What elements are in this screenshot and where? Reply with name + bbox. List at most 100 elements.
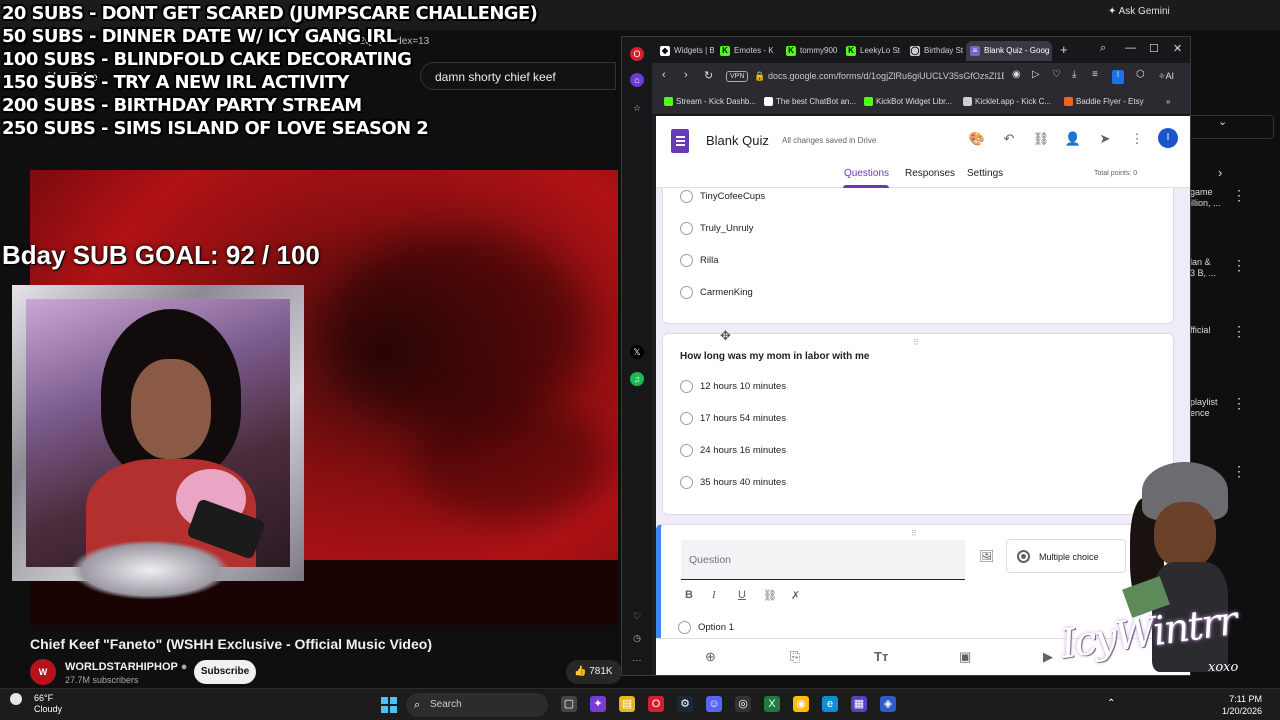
recommendation-item[interactable]: lan & 3 B, ... [1190, 257, 1216, 279]
back-icon[interactable]: ‹ [662, 69, 666, 81]
undo-icon[interactable]: ↶ [1000, 130, 1018, 148]
profile-icon[interactable]: I [1112, 70, 1124, 84]
option-row[interactable]: 24 hours 16 minutes [680, 444, 786, 458]
tab-leekylo[interactable]: K LeekyLo St [842, 41, 902, 61]
tray-overflow-icon[interactable]: ⌃ [1107, 698, 1115, 709]
task-view-icon[interactable]: ▢ [561, 696, 577, 712]
chrome-icon[interactable]: ◉ [793, 696, 809, 712]
more-icon[interactable]: ⋮ [1232, 187, 1246, 204]
google-forms-logo-icon[interactable] [671, 129, 689, 153]
reload-icon[interactable]: ↻ [704, 69, 713, 82]
new-tab-icon[interactable]: + [1060, 42, 1068, 57]
recommendation-item[interactable]: game illion, ... [1190, 187, 1221, 209]
bookmark-kicklet[interactable]: Kicklet.app - Kick C... [963, 97, 1051, 106]
send-icon[interactable]: ➤ [1096, 130, 1114, 148]
extension-icon[interactable]: ⬡ [1136, 69, 1145, 80]
radio-icon[interactable] [680, 444, 693, 457]
chevron-down-icon[interactable]: ⌄ [1218, 115, 1227, 128]
close-icon[interactable]: ✕ [1173, 42, 1182, 55]
palette-icon[interactable]: 🎨 [968, 130, 986, 148]
opera-icon[interactable]: O [630, 47, 644, 61]
chevron-right-icon[interactable]: › [1218, 165, 1222, 180]
minimize-icon[interactable]: — [1125, 42, 1136, 54]
add-question-icon[interactable]: ⊕ [705, 649, 716, 665]
like-button[interactable]: 👍 781K [566, 660, 622, 684]
windows-start-icon[interactable] [381, 697, 397, 713]
excel-icon[interactable]: X [764, 696, 780, 712]
menu-icon[interactable]: ≡ [1092, 69, 1098, 80]
more-icon[interactable]: ⋮ [1232, 257, 1246, 274]
option-row[interactable]: Option 1 [678, 621, 734, 635]
forward-icon[interactable]: › [684, 69, 688, 81]
heart-icon[interactable]: ♡ [1052, 69, 1061, 80]
add-image-icon[interactable]: ▣ [959, 649, 971, 665]
send-icon[interactable]: ▷ [1032, 69, 1040, 80]
option-row[interactable]: 12 hours 10 minutes [680, 380, 786, 394]
edge-icon[interactable]: e [822, 696, 838, 712]
search-tabs-icon[interactable]: ⌕ [1100, 42, 1106, 55]
file-explorer-icon[interactable]: ▤ [619, 696, 635, 712]
option-row[interactable]: 17 hours 54 minutes [680, 412, 786, 426]
tab-blank-quiz[interactable]: ≡ Blank Quiz - Goog [966, 41, 1052, 61]
subscribe-button[interactable]: Subscribe [194, 660, 256, 684]
question-title[interactable]: How long was my mom in labor with me [680, 351, 869, 362]
copilot-icon[interactable]: ✦ [590, 696, 606, 712]
radio-icon[interactable] [680, 190, 693, 203]
italic-icon[interactable]: I [712, 589, 716, 601]
bookmark-chatbot[interactable]: The best ChatBot an... [764, 97, 856, 106]
option-row[interactable]: TinyCofeeCups [680, 190, 765, 204]
clear-format-icon[interactable]: ✗ [791, 589, 800, 602]
add-collaborator-icon[interactable]: 👤 [1064, 130, 1082, 148]
drag-handle-icon[interactable]: ⠿ [913, 338, 920, 347]
option-row[interactable]: 35 hours 40 minutes [680, 476, 786, 490]
add-video-icon[interactable]: ▶ [1043, 649, 1053, 665]
radio-icon[interactable] [680, 476, 693, 489]
radio-icon[interactable] [678, 621, 691, 634]
vpn-badge[interactable]: VPN [726, 71, 749, 82]
radio-icon[interactable] [680, 254, 693, 267]
camera-icon[interactable]: ◉ [1012, 69, 1021, 80]
heart-icon[interactable]: ♡ [630, 609, 644, 623]
recommendation-item[interactable]: playlist ence [1190, 397, 1218, 419]
recommendation-item[interactable]: fficial [1190, 325, 1210, 336]
avatar[interactable]: I [1158, 128, 1178, 148]
filter-chip[interactable] [1184, 115, 1274, 139]
tab-birthday[interactable]: ◯ Birthday St [906, 41, 964, 61]
bookmark-stream-kick[interactable]: Stream - Kick Dashb... [664, 97, 756, 106]
channel-name[interactable]: WORLDSTARHIPHOP ● [65, 661, 187, 673]
more-icon[interactable]: ⋮ [1232, 395, 1246, 412]
more-icon[interactable]: ⋯ [630, 653, 644, 667]
download-icon[interactable]: ⤓ [1072, 69, 1076, 80]
import-questions-icon[interactable]: ⎘ [790, 649, 800, 665]
question-type-select[interactable]: Multiple choice [1006, 539, 1126, 573]
maximize-icon[interactable]: ☐ [1149, 42, 1159, 55]
image-icon[interactable]: 🖼 [979, 549, 994, 563]
calculator-icon[interactable]: ▦ [851, 696, 867, 712]
tab-widgets[interactable]: ◆ Widgets | B [656, 41, 714, 61]
radio-icon[interactable] [680, 380, 693, 393]
lock-icon[interactable]: 🔒 [754, 71, 765, 82]
opera-icon[interactable]: O [648, 696, 664, 712]
address-bar[interactable]: docs.google.com/forms/d/1ogjZlRu6giUUCLV… [768, 71, 1004, 81]
add-title-icon[interactable]: Tт [874, 649, 888, 664]
home-icon[interactable]: ⌂ [630, 73, 644, 87]
channel-avatar[interactable]: W [30, 659, 56, 685]
option-row[interactable]: Truly_Unruly [680, 222, 754, 236]
question-card-previous[interactable]: TinyCofeeCups Truly_Unruly Rilla CarmenK… [662, 176, 1174, 324]
bookmark-kickbot[interactable]: KickBot Widget Libr... [864, 97, 952, 106]
drag-handle-icon[interactable]: ⠿ [911, 529, 918, 538]
discord-icon[interactable]: ☺ [706, 696, 722, 712]
steam-icon[interactable]: ⚙ [677, 696, 693, 712]
bold-icon[interactable]: B [685, 589, 693, 601]
pin-icon[interactable]: ☆ [630, 101, 644, 115]
link-icon[interactable]: ⛓ [763, 589, 777, 602]
tab-questions[interactable]: Questions [844, 168, 889, 179]
x-twitter-icon[interactable]: 𝕏 [630, 345, 644, 359]
question-card-labor[interactable]: ⠿ How long was my mom in labor with me 1… [662, 333, 1174, 515]
tab-emotes[interactable]: K Emotes - K [716, 41, 774, 61]
radio-icon[interactable] [680, 412, 693, 425]
ask-gemini-button[interactable]: ✦ Ask Gemini [1108, 6, 1170, 17]
form-title[interactable]: Blank Quiz [706, 133, 769, 148]
tab-responses[interactable]: Responses [905, 168, 955, 179]
ai-button[interactable]: ✧AI [1158, 71, 1174, 82]
